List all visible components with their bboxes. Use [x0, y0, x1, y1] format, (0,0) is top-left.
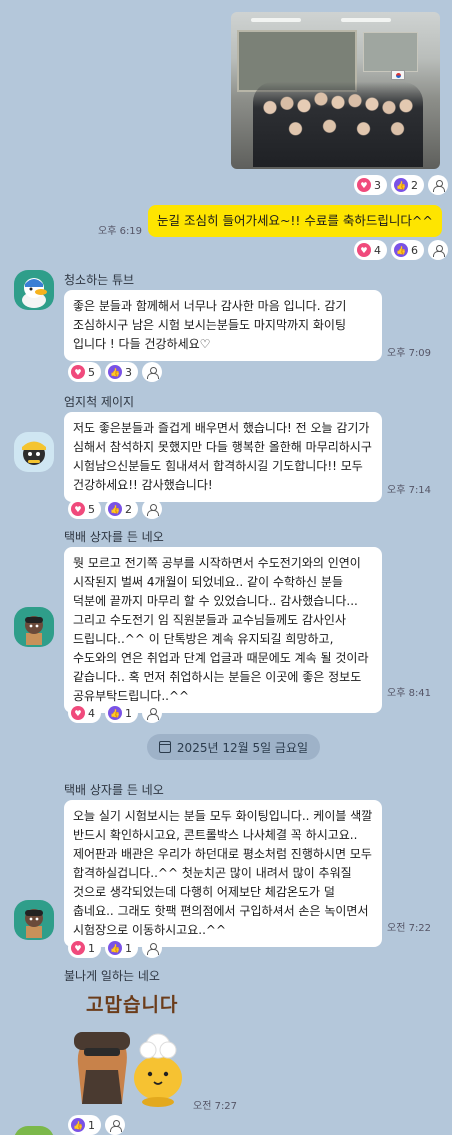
message-time: 오후 8:41: [387, 688, 432, 699]
person-icon: [147, 942, 159, 955]
thumbs-up-icon: 👍: [108, 706, 122, 720]
date-divider: 2025년 12월 5일 금요일: [147, 734, 320, 760]
avatar-neo-fire[interactable]: [14, 1126, 54, 1135]
thumb-reaction[interactable]: 👍 2: [105, 499, 138, 519]
reaction-users-button[interactable]: [105, 1115, 125, 1135]
heart-icon: ♥: [71, 706, 85, 720]
message-reactions: ♥ 5 👍 2: [68, 499, 162, 519]
heart-icon: ♥: [71, 502, 85, 516]
wall-board: [363, 32, 418, 72]
avatar-tube[interactable]: [14, 270, 54, 310]
calendar-icon: [158, 741, 171, 753]
neo-and-cat-sticker-icon: [74, 1032, 182, 1107]
flag: [391, 70, 405, 80]
reaction-users-button[interactable]: [142, 938, 162, 958]
sender-name: 택배 상자를 든 네오: [64, 530, 164, 544]
neo-avatar-icon: [25, 909, 43, 938]
reaction-users-button[interactable]: [142, 703, 162, 723]
person-icon: [433, 179, 445, 192]
message-bubble[interactable]: 좋은 분들과 함께해서 너무나 감사한 마음 입니다. 감기 조심하시구 남은 …: [64, 290, 382, 361]
thumbs-up-icon: 👍: [108, 365, 122, 379]
heart-reaction[interactable]: ♥ 3: [354, 175, 387, 195]
message-reactions: ♥ 1 👍 1: [68, 938, 162, 958]
message-reactions: ♥ 5 👍 3: [68, 362, 162, 382]
thumbs-up-icon: 👍: [108, 502, 122, 516]
reaction-users-button[interactable]: [142, 499, 162, 519]
message-reactions: 👍 1: [68, 1115, 125, 1135]
sender-name: 불나게 일하는 네오: [64, 969, 160, 983]
shared-group-photo[interactable]: [231, 12, 440, 169]
thumb-reaction[interactable]: 👍 1: [68, 1115, 101, 1135]
message-reactions: ♥ 4 👍 1: [68, 703, 162, 723]
thumbs-up-icon: 👍: [108, 941, 122, 955]
message-bubble[interactable]: 오늘 실기 시험보시는 분들 모두 화이팅입니다.. 케이블 색깔 반드시 확인…: [64, 800, 382, 947]
ceiling-light: [251, 18, 301, 22]
thumbs-up-icon: 👍: [394, 178, 408, 192]
thumbs-up-icon: 👍: [71, 1118, 85, 1132]
neo-fire-avatar-icon: [14, 1126, 54, 1135]
duck-avatar-icon: [22, 278, 47, 308]
person-icon: [433, 244, 445, 257]
message-time: 오후 6:19: [98, 226, 143, 237]
thumb-reaction[interactable]: 👍 3: [105, 362, 138, 382]
photo-reactions: ♥ 3 👍 2: [354, 175, 448, 195]
message-time: 오전 7:27: [193, 1101, 238, 1112]
group-of-people: [253, 82, 423, 167]
heart-icon: ♥: [357, 178, 371, 192]
heart-reaction[interactable]: ♥ 5: [68, 499, 101, 519]
heart-icon: ♥: [71, 365, 85, 379]
reaction-users-button[interactable]: [428, 175, 448, 195]
thank-you-sticker[interactable]: 고맙습니다: [64, 990, 190, 1108]
thumb-reaction[interactable]: 👍 6: [391, 240, 424, 260]
heart-icon: ♥: [357, 243, 371, 257]
thumb-reaction[interactable]: 👍 1: [105, 938, 138, 958]
heart-reaction[interactable]: ♥ 1: [68, 938, 101, 958]
message-time: 오후 7:09: [387, 348, 432, 359]
person-icon: [147, 707, 159, 720]
person-icon: [110, 1119, 122, 1132]
thumb-reaction[interactable]: 👍 1: [105, 703, 138, 723]
thumb-reaction[interactable]: 👍 2: [391, 175, 424, 195]
heart-icon: ♥: [71, 941, 85, 955]
sender-name: 택배 상자를 든 네오: [64, 783, 164, 797]
reaction-users-button[interactable]: [428, 240, 448, 260]
heart-reaction[interactable]: ♥ 4: [68, 703, 101, 723]
message-bubble[interactable]: 저도 좋은분들과 즐겁게 배우면서 했습니다! 전 오늘 감기가 심해서 참석하…: [64, 412, 382, 502]
person-icon: [147, 503, 159, 516]
message-time: 오전 7:22: [387, 923, 432, 934]
sender-name: 청소하는 튜브: [64, 273, 135, 287]
message-time: 오후 7:14: [387, 485, 432, 496]
person-icon: [147, 366, 159, 379]
neo-avatar-icon: [25, 616, 43, 645]
heart-reaction[interactable]: ♥ 4: [354, 240, 387, 260]
sender-name: 엄지척 제이지: [64, 395, 135, 409]
heart-reaction[interactable]: ♥ 5: [68, 362, 101, 382]
message-bubble[interactable]: 뭣 모르고 전기쪽 공부를 시작하면서 수도전기와의 인연이 시작된지 벌써 4…: [64, 547, 382, 713]
avatar-jay-g[interactable]: [14, 432, 54, 472]
thumbs-up-icon: 👍: [394, 243, 408, 257]
avatar-neo-box[interactable]: [14, 900, 54, 940]
my-message-bubble[interactable]: 눈길 조심히 들어가세요~!! 수료를 축하드립니다^^: [148, 205, 442, 237]
character-avatar-icon: [22, 441, 46, 465]
reaction-users-button[interactable]: [142, 362, 162, 382]
my-message-reactions: ♥ 4 👍 6: [354, 240, 448, 260]
avatar-neo-box[interactable]: [14, 607, 54, 647]
ceiling-light: [341, 18, 391, 22]
